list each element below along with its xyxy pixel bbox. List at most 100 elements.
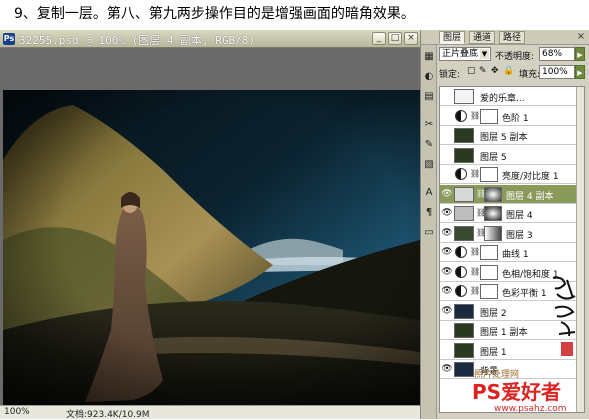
layers-list[interactable]: 爱的乐章... ⛓ 色阶 1 图层 5 副本 图层 5 ⛓ 亮度/对比度 1 👁 ⛓ 图层 4 副… <box>439 86 585 413</box>
tab-layers[interactable]: 图层 <box>439 31 466 44</box>
layer-row[interactable]: 图层 5 <box>440 146 584 165</box>
text-tool-icon[interactable]: A <box>423 187 435 199</box>
fill-input[interactable]: 100% <box>539 65 575 79</box>
brush-tool-icon[interactable]: ✎ <box>423 139 435 151</box>
chain-link-icon: ⛓ <box>470 247 481 256</box>
crop-tool-icon[interactable]: ✂ <box>423 119 435 131</box>
chevron-down-icon: ▼ <box>480 49 489 59</box>
eye-icon[interactable] <box>441 90 453 102</box>
lock-row: 锁定: ▢ ✎ ✥ 🔒 填充: 100% ▶ <box>439 65 589 81</box>
layer-name: 图层 3 <box>506 230 533 241</box>
canvas-area[interactable] <box>0 48 420 405</box>
paragraph-tool-icon[interactable]: ¶ <box>423 207 435 219</box>
eye-icon[interactable]: 👁 <box>441 285 453 297</box>
lock-move-icon[interactable]: ✥ <box>491 66 499 76</box>
histogram-tool-icon[interactable]: ▤ <box>423 91 435 103</box>
lock-label: 锁定: <box>439 70 461 80</box>
eye-icon[interactable] <box>441 168 453 180</box>
layer-mask-thumbnail[interactable] <box>480 167 498 182</box>
eye-icon[interactable]: 👁 <box>441 266 453 278</box>
eye-icon[interactable] <box>441 344 453 356</box>
layer-name: 图层 4 <box>506 211 533 221</box>
layer-row[interactable]: 👁 ⛓ 图层 4 副本 <box>440 184 584 204</box>
calligraphy-signature <box>552 276 576 356</box>
layer-mask-thumbnail[interactable] <box>480 108 498 124</box>
layer-row[interactable]: 👁 ⛓ 图层 4 <box>440 204 584 223</box>
adjustment-circle-icon <box>455 109 467 122</box>
layer-name: 爱的乐章... <box>480 94 525 104</box>
eye-icon[interactable]: 👁 <box>441 363 453 375</box>
eye-icon[interactable]: 👁 <box>441 305 453 317</box>
adjustment-circle-icon <box>455 265 467 278</box>
opacity-slider-arrow-icon[interactable]: ▶ <box>575 47 585 61</box>
eye-icon[interactable]: 👁 <box>441 227 453 239</box>
grid-tool-icon[interactable]: ▦ <box>423 51 435 63</box>
eye-icon[interactable]: 👁 <box>441 207 453 219</box>
layer-row[interactable]: 图层 5 副本 <box>440 126 584 145</box>
layer-row[interactable]: 爱的乐章... <box>440 87 584 106</box>
document-window: Ps 32255.psd @ 100% (图层 4 副本, RGB/8) _ □… <box>0 30 420 420</box>
panel-close-icon[interactable]: × <box>575 31 587 43</box>
tutorial-caption: 9、复制一层。第八、第九两步操作目的是增强画面的暗角效果。 <box>14 6 415 22</box>
adjustment-circle-icon <box>455 246 467 258</box>
watermark-url: www.psahz.com <box>494 404 567 414</box>
layer-thumbnail[interactable] <box>454 362 474 377</box>
layer-mask-thumbnail[interactable] <box>480 284 498 299</box>
layer-thumbnail[interactable] <box>454 89 474 104</box>
eye-icon[interactable] <box>441 110 453 122</box>
close-button[interactable]: × <box>404 32 418 45</box>
navigator-tool-icon[interactable]: ◐ <box>423 71 435 83</box>
swatch-tool-icon[interactable]: ▧ <box>423 159 435 171</box>
eye-icon[interactable] <box>441 129 453 141</box>
lock-all-icon[interactable]: 🔒 <box>503 66 514 76</box>
status-bar: 100% 文档:923.4K/10.9M <box>0 405 420 420</box>
layer-row[interactable]: 👁 ⛓ 图层 3 <box>440 224 584 243</box>
layer-mask-thumbnail[interactable] <box>484 225 502 241</box>
layer-thumbnail[interactable] <box>454 147 474 163</box>
lock-transparency-icon[interactable]: ▢ <box>467 66 476 76</box>
layer-name: 图层 1 副本 <box>480 328 528 338</box>
layer-mask-thumbnail[interactable] <box>484 186 502 202</box>
layer-thumbnail[interactable] <box>454 186 474 202</box>
layer-name: 图层 5 副本 <box>480 133 528 143</box>
zoom-level[interactable]: 100% <box>4 407 30 417</box>
layer-row[interactable]: ⛓ 色阶 1 <box>440 107 584 126</box>
eye-icon[interactable]: 👁 <box>441 188 453 200</box>
layer-name: 图层 4 副本 <box>506 191 554 202</box>
blend-mode-value: 正片叠底 <box>442 49 479 59</box>
layer-name: 图层 1 <box>480 347 507 358</box>
psahz-logo: PS爱好者 <box>472 380 561 404</box>
layer-mask-thumbnail[interactable] <box>480 245 498 260</box>
landscape-photo <box>3 90 420 405</box>
document-size: 文档:923.4K/10.9M <box>66 410 150 420</box>
layer-mask-thumbnail[interactable] <box>484 206 502 221</box>
layer-row[interactable]: 👁 ⛓ 曲线 1 <box>440 243 584 262</box>
layer-thumbnail[interactable] <box>454 206 474 221</box>
eye-icon[interactable]: 👁 <box>441 246 453 258</box>
layers-scrollbar[interactable] <box>576 87 584 412</box>
layer-thumbnail[interactable] <box>454 225 474 241</box>
layer-name: 图层 5 <box>480 152 507 163</box>
document-titlebar[interactable]: Ps 32255.psd @ 100% (图层 4 副本, RGB/8) _ □… <box>0 30 420 48</box>
layer-name: 色彩平衡 1 <box>502 289 547 299</box>
blend-mode-select[interactable]: 正片叠底 ▼ <box>439 47 491 61</box>
eye-icon[interactable] <box>441 149 453 161</box>
layer-thumbnail[interactable] <box>454 303 474 319</box>
fill-slider-arrow-icon[interactable]: ▶ <box>575 65 585 79</box>
minimize-button[interactable]: _ <box>372 32 386 45</box>
lock-paint-icon[interactable]: ✎ <box>479 66 487 76</box>
tab-channels[interactable]: 通道 <box>469 31 496 44</box>
layer-thumbnail[interactable] <box>454 128 474 143</box>
layer-row[interactable]: ⛓ 亮度/对比度 1 <box>440 165 584 184</box>
layer-mask-thumbnail[interactable] <box>480 264 498 280</box>
layer-thumbnail[interactable] <box>454 342 474 358</box>
layer-comp-icon[interactable]: ▭ <box>423 227 435 239</box>
layer-thumbnail[interactable] <box>454 323 474 338</box>
document-photo[interactable] <box>3 90 420 405</box>
tab-paths[interactable]: 路径 <box>499 31 526 44</box>
chain-link-icon: ⛓ <box>470 110 481 120</box>
chain-link-icon: ⛓ <box>470 169 481 178</box>
opacity-input[interactable]: 68% <box>539 47 575 61</box>
eye-icon[interactable] <box>441 324 453 336</box>
maximize-button[interactable]: □ <box>388 32 402 45</box>
